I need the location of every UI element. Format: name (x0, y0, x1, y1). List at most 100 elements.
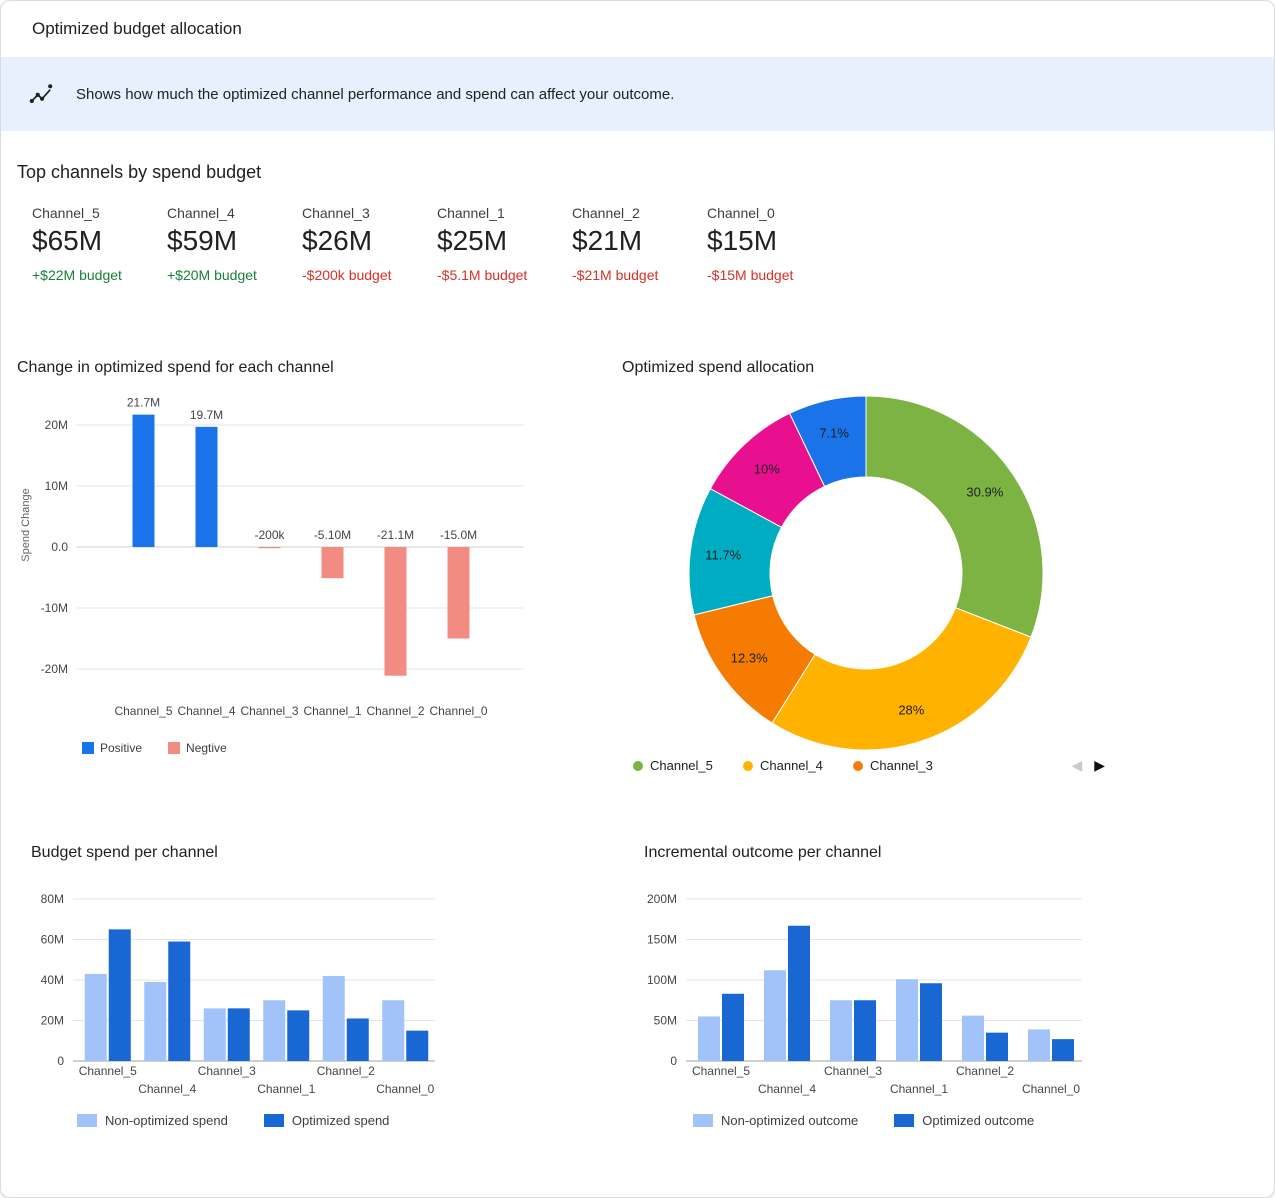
svg-text:28%: 28% (898, 703, 924, 718)
channel-name: Channel_3 (302, 205, 437, 221)
spend-allocation-legend: Channel_5 Channel_4 Channel_3 ◀ ▶ (633, 757, 1105, 774)
svg-text:80M: 80M (41, 892, 64, 906)
svg-text:0: 0 (670, 1054, 677, 1068)
legend-item-negative: Negtive (168, 741, 227, 755)
budget-allocation-report: Optimized budget allocation Shows how mu… (0, 0, 1275, 1198)
svg-text:Channel_1: Channel_1 (890, 1082, 948, 1096)
legend-item-channel-3: Channel_3 (853, 758, 963, 773)
channel-budget-delta: +$22M budget (32, 267, 167, 283)
svg-text:Channel_2: Channel_2 (317, 1064, 375, 1078)
channel-card: Channel_3 $26M -$200k budget (302, 205, 437, 283)
svg-text:-20M: -20M (41, 662, 68, 676)
svg-text:12.3%: 12.3% (731, 650, 768, 665)
incremental-outcome-chart-title: Incremental outcome per channel (644, 842, 1094, 864)
channel-name: Channel_5 (32, 205, 167, 221)
channel-budget-value: $59M (167, 225, 302, 257)
legend-next-icon[interactable]: ▶ (1094, 757, 1105, 774)
channel-budget-delta: -$21M budget (572, 267, 707, 283)
card-header: Optimized budget allocation (1, 1, 1274, 57)
svg-text:30.9%: 30.9% (966, 485, 1003, 500)
negative-swatch (168, 742, 180, 754)
optimized-spend-swatch (264, 1114, 284, 1127)
legend-label: Channel_3 (870, 758, 933, 773)
svg-text:Spend Change: Spend Change (20, 488, 32, 561)
spend-change-plot: Spend Change20M10M0.0-10M-20M21.7MChanne… (17, 385, 562, 725)
svg-text:21.7M: 21.7M (127, 396, 160, 410)
spend-allocation-donut: 30.9% 28% 12.3% 11.7% 10% 7.1% (622, 387, 1142, 755)
svg-text:-200k: -200k (254, 528, 285, 542)
legend-label: Positive (100, 741, 142, 755)
budget-spend-legend: Non-optimized spend Optimized spend (77, 1113, 451, 1128)
channel-5-swatch (633, 761, 643, 771)
budget-spend-chart-title: Budget spend per channel (31, 842, 451, 864)
svg-text:Channel_3: Channel_3 (198, 1064, 256, 1078)
channel-card: Channel_0 $15M -$15M budget (707, 205, 842, 283)
legend-label: Optimized outcome (922, 1113, 1034, 1128)
svg-text:100M: 100M (647, 973, 677, 987)
budget-spend-plot: 0 20M 40M 60M 80M Channel_5Channel_4Channel_3… (31, 877, 451, 1099)
channel-budget-delta: -$5.1M budget (437, 267, 572, 283)
channel-budget-value: $65M (32, 225, 167, 257)
svg-text:10%: 10% (754, 462, 780, 477)
svg-text:7.1%: 7.1% (819, 426, 849, 441)
legend-prev-icon[interactable]: ◀ (1071, 757, 1082, 774)
channel-budget-delta: -$200k budget (302, 267, 437, 283)
page-title: Optimized budget allocation (32, 19, 242, 39)
optimized-outcome-swatch (894, 1114, 914, 1127)
spend-change-chart-title: Change in optimized spend for each chann… (17, 357, 562, 379)
legend-label: Optimized spend (292, 1113, 390, 1128)
svg-text:Channel_0: Channel_0 (429, 704, 487, 718)
spend-change-legend: Positive Negtive (82, 741, 562, 755)
channel-budget-value: $25M (437, 225, 572, 257)
incremental-outcome-plot: 050M100M150M200MChannel_5Channel_4Channe… (644, 877, 1094, 1099)
budget-spend-chart: Budget spend per channel 0 20M 40M 60M 80M Ch… (31, 842, 451, 1128)
svg-text:Channel_3: Channel_3 (240, 704, 298, 718)
positive-swatch (82, 742, 94, 754)
svg-text:150M: 150M (647, 933, 677, 947)
svg-text:Channel_5: Channel_5 (79, 1064, 137, 1078)
svg-text:20M: 20M (41, 1014, 64, 1028)
channel-name: Channel_2 (572, 205, 707, 221)
legend-label: Negtive (186, 741, 227, 755)
svg-text:50M: 50M (654, 1014, 677, 1028)
channel-budget-value: $15M (707, 225, 842, 257)
svg-text:11.7%: 11.7% (705, 548, 741, 563)
channel-3-swatch (853, 761, 863, 771)
channel-budget-delta: +$20M budget (167, 267, 302, 283)
svg-text:Channel_3: Channel_3 (824, 1064, 882, 1078)
legend-item-optimized-spend: Optimized spend (264, 1113, 390, 1128)
legend-item-positive: Positive (82, 741, 142, 755)
nonoptimized-outcome-swatch (693, 1114, 713, 1127)
svg-text:Channel_2: Channel_2 (366, 704, 424, 718)
svg-text:10M: 10M (45, 479, 68, 493)
svg-text:Channel_2: Channel_2 (956, 1064, 1014, 1078)
svg-text:40M: 40M (41, 973, 64, 987)
channel-card: Channel_1 $25M -$5.1M budget (437, 205, 572, 283)
legend-label: Non-optimized spend (105, 1113, 228, 1128)
svg-text:60M: 60M (41, 933, 64, 947)
spend-change-chart: Change in optimized spend for each chann… (17, 357, 562, 755)
svg-text:Channel_0: Channel_0 (1022, 1082, 1080, 1096)
incremental-outcome-chart: Incremental outcome per channel 0 50M 100M… (644, 842, 1094, 1128)
legend-item-nonoptimized-spend: Non-optimized spend (77, 1113, 228, 1128)
spend-allocation-chart: Optimized spend allocation 30.9%28%12.3%… (622, 357, 1122, 774)
svg-text:Channel_4: Channel_4 (138, 1082, 196, 1096)
svg-text:Channel_1: Channel_1 (257, 1082, 315, 1096)
legend-item-nonoptimized-outcome: Non-optimized outcome (693, 1113, 858, 1128)
svg-text:-10M: -10M (41, 601, 68, 615)
svg-text:Channel_4: Channel_4 (758, 1082, 816, 1096)
top-channels-cards: Channel_5 $65M +$22M budget Channel_4 $5… (32, 205, 842, 283)
insights-icon (28, 81, 54, 107)
svg-text:-5.10M: -5.10M (314, 528, 351, 542)
svg-text:Channel_4: Channel_4 (177, 704, 235, 718)
channel-budget-delta: -$15M budget (707, 267, 842, 283)
svg-text:Channel_0: Channel_0 (376, 1082, 434, 1096)
svg-text:-21.1M: -21.1M (377, 528, 414, 542)
svg-text:20M: 20M (45, 418, 68, 432)
legend-label: Channel_5 (650, 758, 713, 773)
svg-text:0: 0 (57, 1054, 64, 1068)
channel-card: Channel_4 $59M +$20M budget (167, 205, 302, 283)
legend-label: Non-optimized outcome (721, 1113, 858, 1128)
banner-text: Shows how much the optimized channel per… (76, 86, 674, 103)
svg-text:Channel_1: Channel_1 (303, 704, 361, 718)
